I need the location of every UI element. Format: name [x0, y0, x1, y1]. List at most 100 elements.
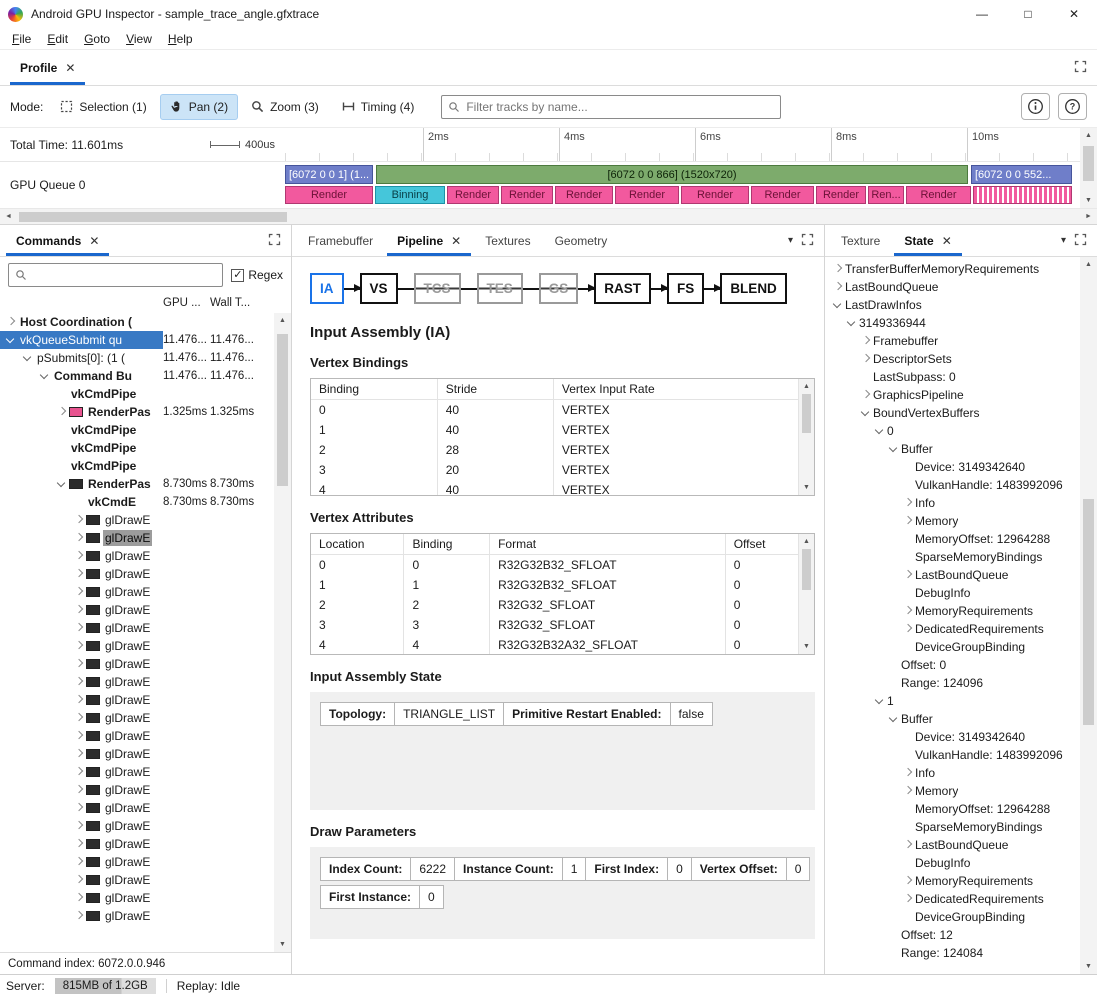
- state-row[interactable]: VulkanHandle: 1483992096: [825, 476, 1080, 494]
- expander-icon[interactable]: [72, 765, 86, 779]
- tab-framebuffer[interactable]: Framebuffer: [296, 225, 385, 256]
- command-row[interactable]: glDrawE: [0, 781, 274, 799]
- expander-icon[interactable]: [901, 892, 915, 906]
- table-scrollbar[interactable]: ▲ ▼: [799, 534, 814, 654]
- regex-checkbox[interactable]: ✓: [231, 269, 244, 282]
- gpu-slice[interactable]: Render: [681, 186, 749, 204]
- close-icon[interactable]: ✕: [451, 234, 461, 248]
- command-row[interactable]: glDrawE: [0, 637, 274, 655]
- expander-icon[interactable]: [831, 280, 845, 294]
- scroll-down-icon[interactable]: ▼: [274, 937, 291, 952]
- expand-icon[interactable]: [801, 233, 814, 249]
- expander-icon[interactable]: [72, 567, 86, 581]
- expander-icon[interactable]: [901, 766, 915, 780]
- gpu-slice[interactable]: Render: [906, 186, 971, 204]
- state-row[interactable]: DeviceGroupBinding: [825, 638, 1080, 656]
- expander-icon[interactable]: [887, 442, 901, 456]
- command-row[interactable]: glDrawE: [0, 907, 274, 925]
- expander-icon[interactable]: [55, 405, 69, 419]
- expander-icon[interactable]: [901, 784, 915, 798]
- command-row[interactable]: RenderPas8.730ms8.730ms: [0, 475, 274, 493]
- expander-icon[interactable]: [72, 513, 86, 527]
- expander-icon[interactable]: [72, 729, 86, 743]
- scrollbar-track[interactable]: [1080, 272, 1097, 959]
- state-row[interactable]: Range: 124084: [825, 944, 1080, 962]
- gpu-slice[interactable]: Render: [816, 186, 866, 204]
- command-row[interactable]: vkCmdE8.730ms8.730ms: [0, 493, 274, 511]
- state-row[interactable]: MemoryOffset: 12964288: [825, 530, 1080, 548]
- pipeline-stage-tcs[interactable]: TCS: [414, 273, 461, 304]
- state-row[interactable]: MemoryRequirements: [825, 602, 1080, 620]
- tab-profile[interactable]: Profile ✕: [8, 50, 87, 85]
- mode-button-zoom-3[interactable]: Zoom (3): [241, 94, 329, 120]
- expander-icon[interactable]: [72, 549, 86, 563]
- expander-icon[interactable]: [72, 603, 86, 617]
- expander-icon[interactable]: [859, 334, 873, 348]
- state-row[interactable]: SparseMemoryBindings: [825, 548, 1080, 566]
- state-row[interactable]: 3149336944: [825, 314, 1080, 332]
- expander-icon[interactable]: [72, 747, 86, 761]
- command-row[interactable]: glDrawE: [0, 619, 274, 637]
- command-row[interactable]: glDrawE: [0, 871, 274, 889]
- tab-textures[interactable]: Textures: [473, 225, 542, 256]
- state-row[interactable]: Memory: [825, 782, 1080, 800]
- close-icon[interactable]: ✕: [65, 61, 75, 75]
- tab-pipeline[interactable]: Pipeline✕: [385, 225, 473, 256]
- tab-texture[interactable]: Texture: [829, 225, 892, 256]
- expander-icon[interactable]: [887, 712, 901, 726]
- command-row[interactable]: vkQueueSubmit qu11.476...11.476...: [0, 331, 274, 349]
- pipeline-stage-vs[interactable]: VS: [360, 273, 398, 304]
- scroll-down-icon[interactable]: ▼: [799, 639, 814, 654]
- state-row[interactable]: Offset: 0: [825, 656, 1080, 674]
- command-row[interactable]: RenderPas1.325ms1.325ms: [0, 403, 274, 421]
- expander-icon[interactable]: [72, 801, 86, 815]
- expander-icon[interactable]: [72, 711, 86, 725]
- close-icon[interactable]: ✕: [942, 234, 952, 248]
- pipeline-stage-tes[interactable]: TES: [477, 273, 523, 304]
- tab-commands[interactable]: Commands✕: [4, 225, 111, 256]
- scroll-up-icon[interactable]: ▲: [274, 313, 291, 328]
- menu-item-view[interactable]: View: [118, 30, 160, 48]
- timeline-horizontal-scrollbar[interactable]: ◄ ►: [0, 208, 1097, 224]
- render-pass-span[interactable]: [6072 0 0 1] (1...: [285, 165, 373, 184]
- state-row[interactable]: Info: [825, 764, 1080, 782]
- state-row[interactable]: DebugInfo: [825, 854, 1080, 872]
- gpu-slice[interactable]: Binning: [375, 186, 445, 204]
- command-row[interactable]: glDrawE: [0, 763, 274, 781]
- scroll-right-icon[interactable]: ►: [1080, 209, 1097, 224]
- command-row[interactable]: pSubmits[0]: (1 (11.476...11.476...: [0, 349, 274, 367]
- expander-icon[interactable]: [72, 855, 86, 869]
- scroll-left-icon[interactable]: ◄: [0, 209, 17, 224]
- state-row[interactable]: Range: 124096: [825, 674, 1080, 692]
- tab-state[interactable]: State✕: [892, 225, 963, 256]
- state-row[interactable]: 1: [825, 692, 1080, 710]
- expander-icon[interactable]: [72, 891, 86, 905]
- expander-icon[interactable]: [72, 639, 86, 653]
- scroll-down-icon[interactable]: ▼: [1080, 193, 1097, 208]
- expander-icon[interactable]: [901, 838, 915, 852]
- command-row[interactable]: Command Bu11.476...11.476...: [0, 367, 274, 385]
- regex-toggle[interactable]: ✓ Regex: [231, 268, 283, 282]
- scrollbar-thumb[interactable]: [19, 212, 287, 222]
- chevron-down-icon[interactable]: ▾: [1061, 235, 1066, 246]
- expander-icon[interactable]: [859, 388, 873, 402]
- expander-icon[interactable]: [72, 909, 86, 923]
- expander-icon[interactable]: [873, 424, 887, 438]
- filter-input[interactable]: [466, 100, 774, 114]
- expander-icon[interactable]: [72, 675, 86, 689]
- mode-button-selection-1[interactable]: Selection (1): [50, 94, 156, 120]
- scrollbar-thumb[interactable]: [1083, 146, 1094, 181]
- expander-icon[interactable]: [72, 585, 86, 599]
- expander-icon[interactable]: [901, 496, 915, 510]
- expander-icon[interactable]: [831, 262, 845, 276]
- close-icon[interactable]: ✕: [89, 234, 99, 248]
- command-row[interactable]: glDrawE: [0, 601, 274, 619]
- command-row[interactable]: vkCmdPipe: [0, 421, 274, 439]
- gpu-slice[interactable]: Render: [447, 186, 499, 204]
- menu-item-edit[interactable]: Edit: [39, 30, 76, 48]
- state-row[interactable]: TransferBufferMemoryRequirements: [825, 260, 1080, 278]
- gpu-slice[interactable]: Render: [285, 186, 373, 204]
- scrollbar-track[interactable]: [274, 328, 291, 937]
- expander-icon[interactable]: [831, 298, 845, 312]
- state-row[interactable]: MemoryOffset: 12964288: [825, 800, 1080, 818]
